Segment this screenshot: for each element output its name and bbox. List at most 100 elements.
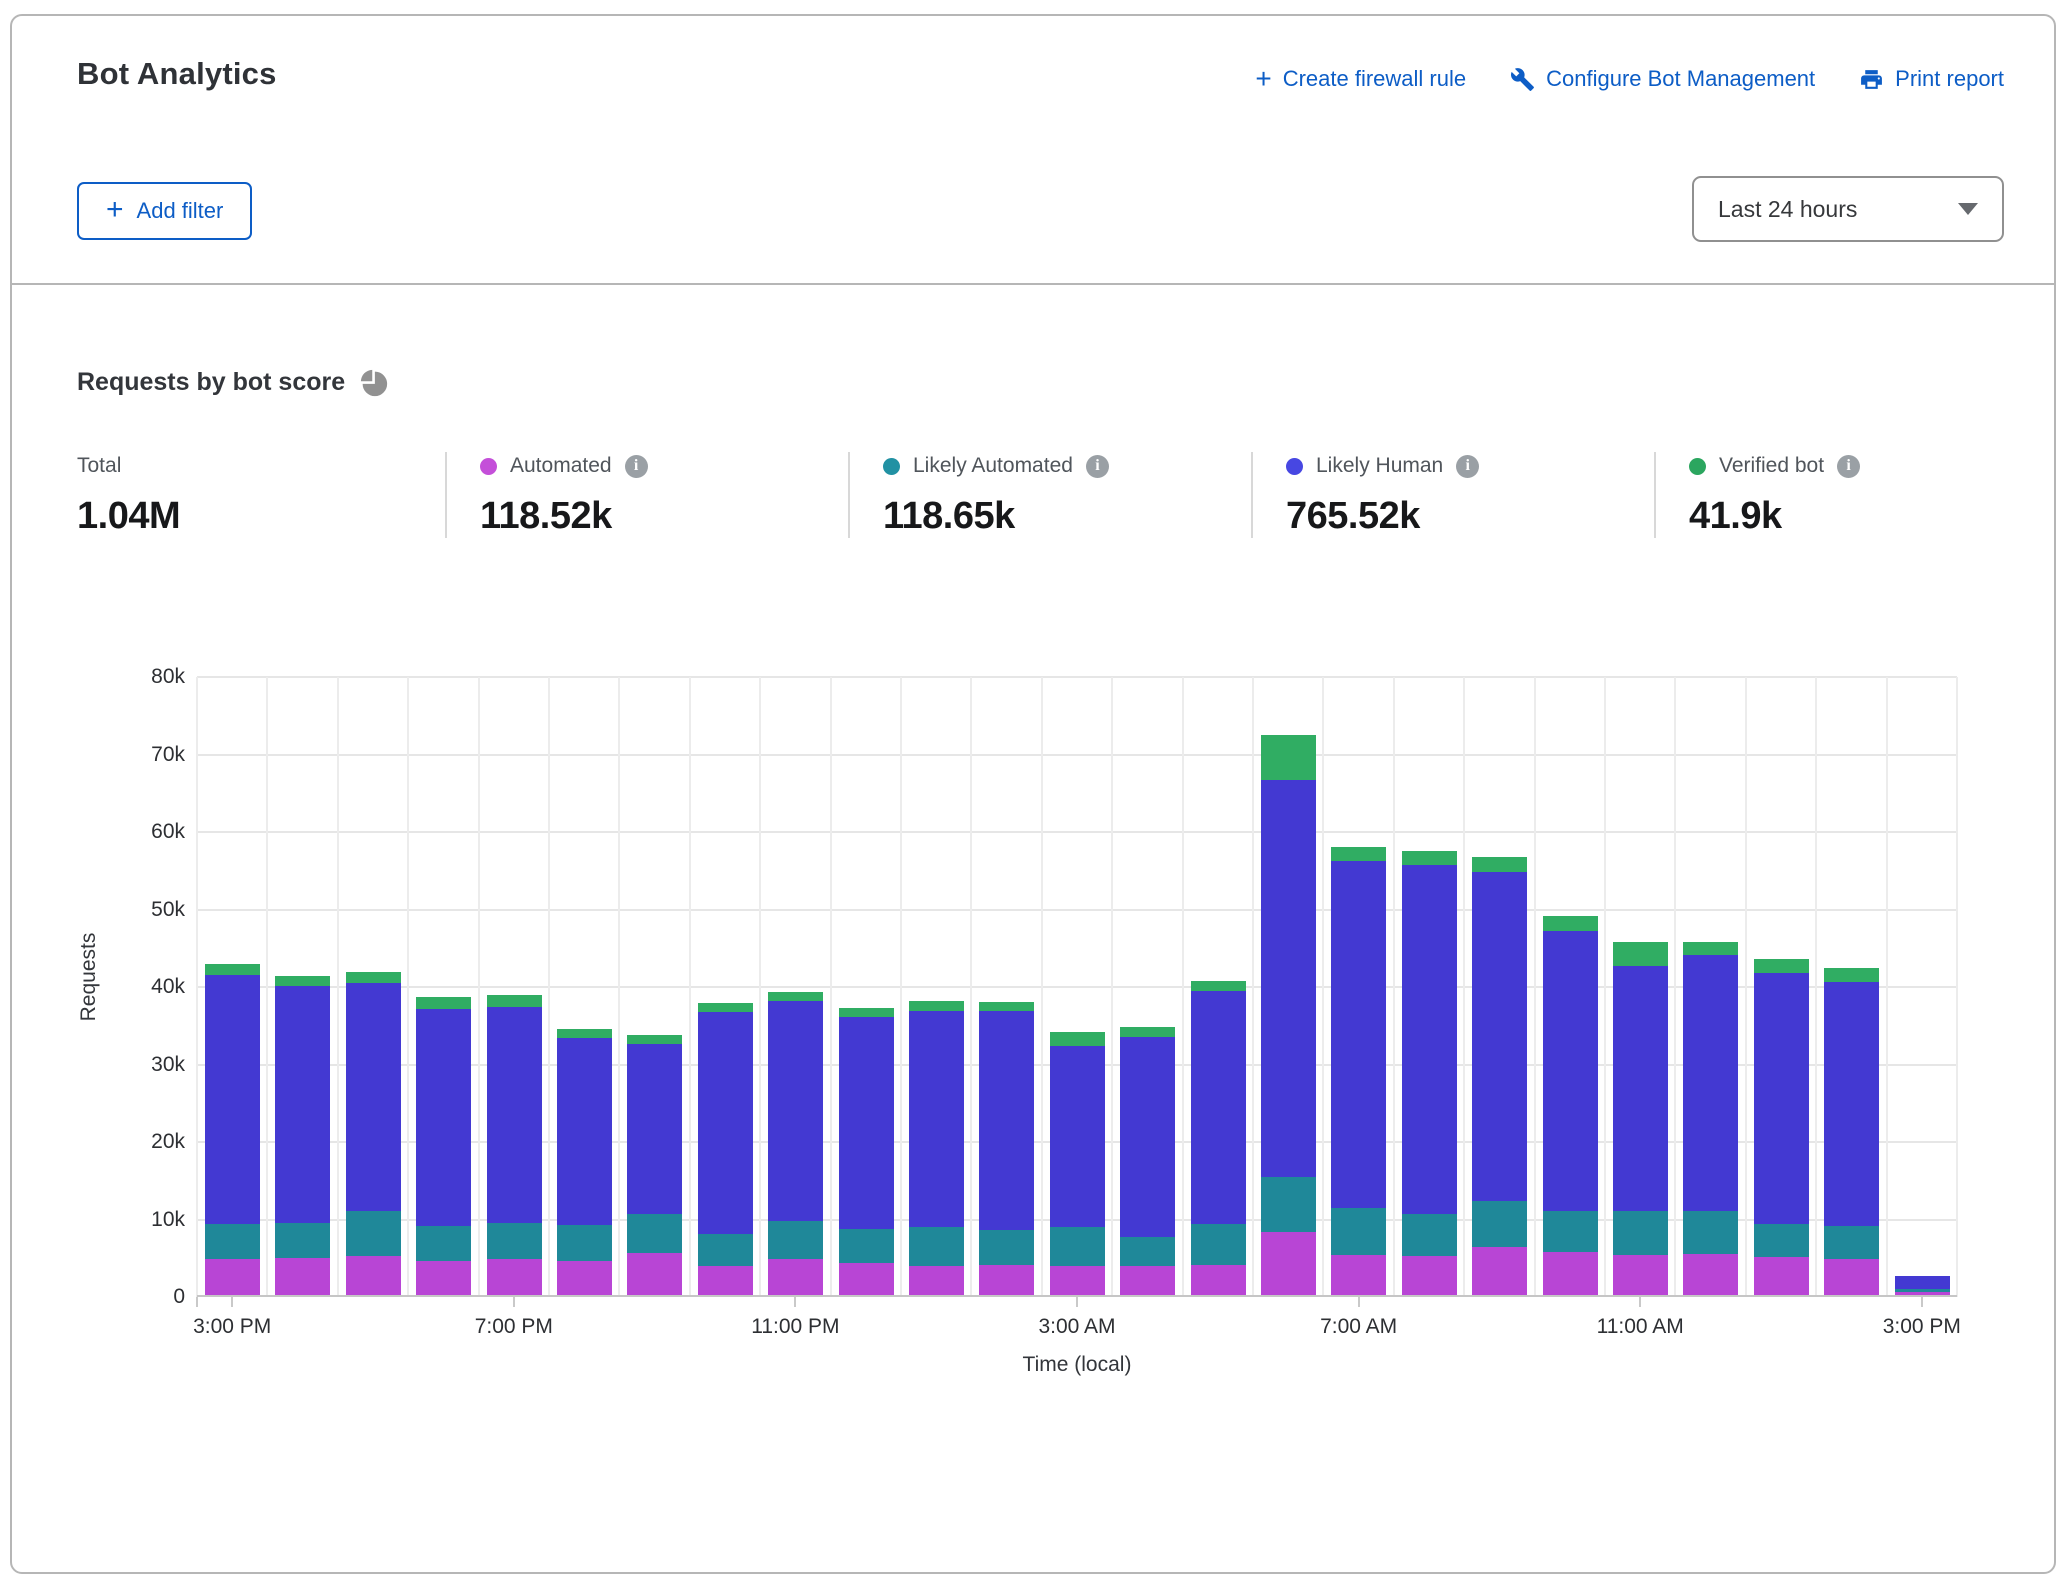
create-firewall-rule-link[interactable]: + Create firewall rule xyxy=(1255,66,1466,92)
bar-9-00-PM[interactable] xyxy=(627,1035,682,1295)
bar-segment-automated[interactable] xyxy=(205,1259,260,1295)
bar-segment-likely-human[interactable] xyxy=(909,1011,964,1227)
bar-segment-verified-bot[interactable] xyxy=(1754,959,1809,973)
bar-1-00-AM[interactable] xyxy=(909,1001,964,1295)
bar-segment-automated[interactable] xyxy=(839,1263,894,1295)
bar-segment-verified-bot[interactable] xyxy=(1331,847,1386,861)
bar-segment-likely-human[interactable] xyxy=(205,975,260,1224)
bar-2-00-PM[interactable] xyxy=(1824,968,1879,1295)
bar-segment-verified-bot[interactable] xyxy=(979,1002,1034,1011)
print-report-link[interactable]: Print report xyxy=(1859,66,2004,92)
bar-7-00-AM[interactable] xyxy=(1331,847,1386,1295)
bar-segment-likely-human[interactable] xyxy=(1824,982,1879,1226)
bar-6-00-AM[interactable] xyxy=(1261,735,1316,1295)
bar-segment-verified-bot[interactable] xyxy=(768,992,823,1001)
bar-1-00-PM[interactable] xyxy=(1754,959,1809,1295)
bar-segment-likely-automated[interactable] xyxy=(1754,1224,1809,1257)
bar-segment-verified-bot[interactable] xyxy=(1261,735,1316,780)
bar-segment-likely-human[interactable] xyxy=(346,983,401,1210)
bar-segment-likely-human[interactable] xyxy=(557,1038,612,1226)
add-filter-button[interactable]: + Add filter xyxy=(77,182,252,240)
bar-segment-likely-automated[interactable] xyxy=(1120,1237,1175,1266)
bar-segment-verified-bot[interactable] xyxy=(487,995,542,1007)
bar-11-00-AM[interactable] xyxy=(1613,942,1668,1295)
bar-5-00-PM[interactable] xyxy=(346,972,401,1295)
bar-segment-verified-bot[interactable] xyxy=(839,1008,894,1017)
bar-11-00-PM[interactable] xyxy=(768,992,823,1295)
bar-segment-likely-automated[interactable] xyxy=(346,1211,401,1256)
bar-segment-likely-automated[interactable] xyxy=(487,1223,542,1259)
bar-segment-verified-bot[interactable] xyxy=(909,1001,964,1010)
bar-segment-likely-automated[interactable] xyxy=(1191,1224,1246,1265)
bar-segment-likely-automated[interactable] xyxy=(1824,1226,1879,1259)
bar-segment-likely-human[interactable] xyxy=(1472,872,1527,1201)
bar-9-00-AM[interactable] xyxy=(1472,857,1527,1295)
bar-segment-likely-human[interactable] xyxy=(768,1001,823,1221)
bar-10-00-PM[interactable] xyxy=(698,1003,753,1295)
bar-segment-verified-bot[interactable] xyxy=(1191,981,1246,991)
bar-7-00-PM[interactable] xyxy=(487,995,542,1295)
bar-segment-likely-automated[interactable] xyxy=(909,1227,964,1267)
bar-segment-automated[interactable] xyxy=(768,1259,823,1295)
bar-segment-likely-automated[interactable] xyxy=(698,1234,753,1267)
bar-segment-verified-bot[interactable] xyxy=(1543,916,1598,931)
bar-segment-automated[interactable] xyxy=(1824,1259,1879,1295)
bar-4-00-PM[interactable] xyxy=(275,976,330,1295)
bar-segment-automated[interactable] xyxy=(1683,1254,1738,1295)
bar-segment-automated[interactable] xyxy=(416,1261,471,1295)
bar-segment-likely-automated[interactable] xyxy=(1331,1208,1386,1255)
bar-segment-automated[interactable] xyxy=(346,1256,401,1296)
bar-segment-automated[interactable] xyxy=(1261,1232,1316,1296)
info-icon[interactable] xyxy=(625,455,648,478)
bar-segment-likely-human[interactable] xyxy=(1331,861,1386,1208)
bar-5-00-AM[interactable] xyxy=(1191,981,1246,1295)
bar-segment-automated[interactable] xyxy=(1472,1247,1527,1295)
bar-segment-verified-bot[interactable] xyxy=(1120,1027,1175,1037)
bar-segment-likely-automated[interactable] xyxy=(275,1223,330,1258)
bar-segment-likely-human[interactable] xyxy=(1191,991,1246,1224)
bar-3-00-AM[interactable] xyxy=(1050,1032,1105,1295)
bar-segment-automated[interactable] xyxy=(1613,1255,1668,1295)
bar-segment-automated[interactable] xyxy=(1050,1266,1105,1295)
bar-segment-likely-automated[interactable] xyxy=(768,1221,823,1259)
bar-segment-likely-automated[interactable] xyxy=(1683,1211,1738,1254)
bar-segment-likely-automated[interactable] xyxy=(1543,1211,1598,1251)
bar-segment-likely-human[interactable] xyxy=(1613,966,1668,1211)
bar-segment-likely-automated[interactable] xyxy=(205,1224,260,1259)
bar-segment-automated[interactable] xyxy=(557,1261,612,1295)
bar-segment-likely-human[interactable] xyxy=(487,1007,542,1223)
bar-segment-verified-bot[interactable] xyxy=(1824,968,1879,982)
bar-segment-verified-bot[interactable] xyxy=(1472,857,1527,872)
configure-bot-management-link[interactable]: Configure Bot Management xyxy=(1510,66,1815,92)
bar-segment-verified-bot[interactable] xyxy=(275,976,330,986)
bar-4-00-AM[interactable] xyxy=(1120,1027,1175,1295)
info-icon[interactable] xyxy=(1837,455,1860,478)
bar-segment-likely-automated[interactable] xyxy=(1402,1214,1457,1256)
bar-segment-likely-human[interactable] xyxy=(839,1017,894,1229)
bar-3-00-PM[interactable] xyxy=(205,964,260,1295)
bar-segment-automated[interactable] xyxy=(1543,1252,1598,1295)
bar-segment-verified-bot[interactable] xyxy=(346,972,401,984)
bar-8-00-AM[interactable] xyxy=(1402,851,1457,1295)
bar-segment-verified-bot[interactable] xyxy=(698,1003,753,1012)
bar-segment-automated[interactable] xyxy=(1402,1256,1457,1295)
bar-segment-likely-human[interactable] xyxy=(1402,865,1457,1215)
bar-segment-likely-automated[interactable] xyxy=(839,1229,894,1263)
bar-segment-automated[interactable] xyxy=(275,1258,330,1295)
bar-8-00-PM[interactable] xyxy=(557,1029,612,1295)
bar-segment-verified-bot[interactable] xyxy=(1683,942,1738,955)
time-range-select[interactable]: Last 24 hours xyxy=(1692,176,2004,242)
bar-segment-likely-human[interactable] xyxy=(979,1011,1034,1230)
bar-segment-likely-automated[interactable] xyxy=(1050,1227,1105,1266)
bar-segment-likely-automated[interactable] xyxy=(416,1226,471,1261)
bar-segment-automated[interactable] xyxy=(698,1266,753,1295)
bar-segment-automated[interactable] xyxy=(979,1265,1034,1295)
bar-segment-likely-human[interactable] xyxy=(416,1009,471,1226)
bar-12-00-AM[interactable] xyxy=(839,1008,894,1295)
bar-segment-verified-bot[interactable] xyxy=(1402,851,1457,865)
bar-segment-likely-human[interactable] xyxy=(1895,1276,1950,1288)
bar-segment-automated[interactable] xyxy=(1895,1292,1950,1295)
bar-segment-likely-human[interactable] xyxy=(1261,780,1316,1178)
bar-segment-verified-bot[interactable] xyxy=(557,1029,612,1038)
bar-12-00-PM[interactable] xyxy=(1683,942,1738,1295)
